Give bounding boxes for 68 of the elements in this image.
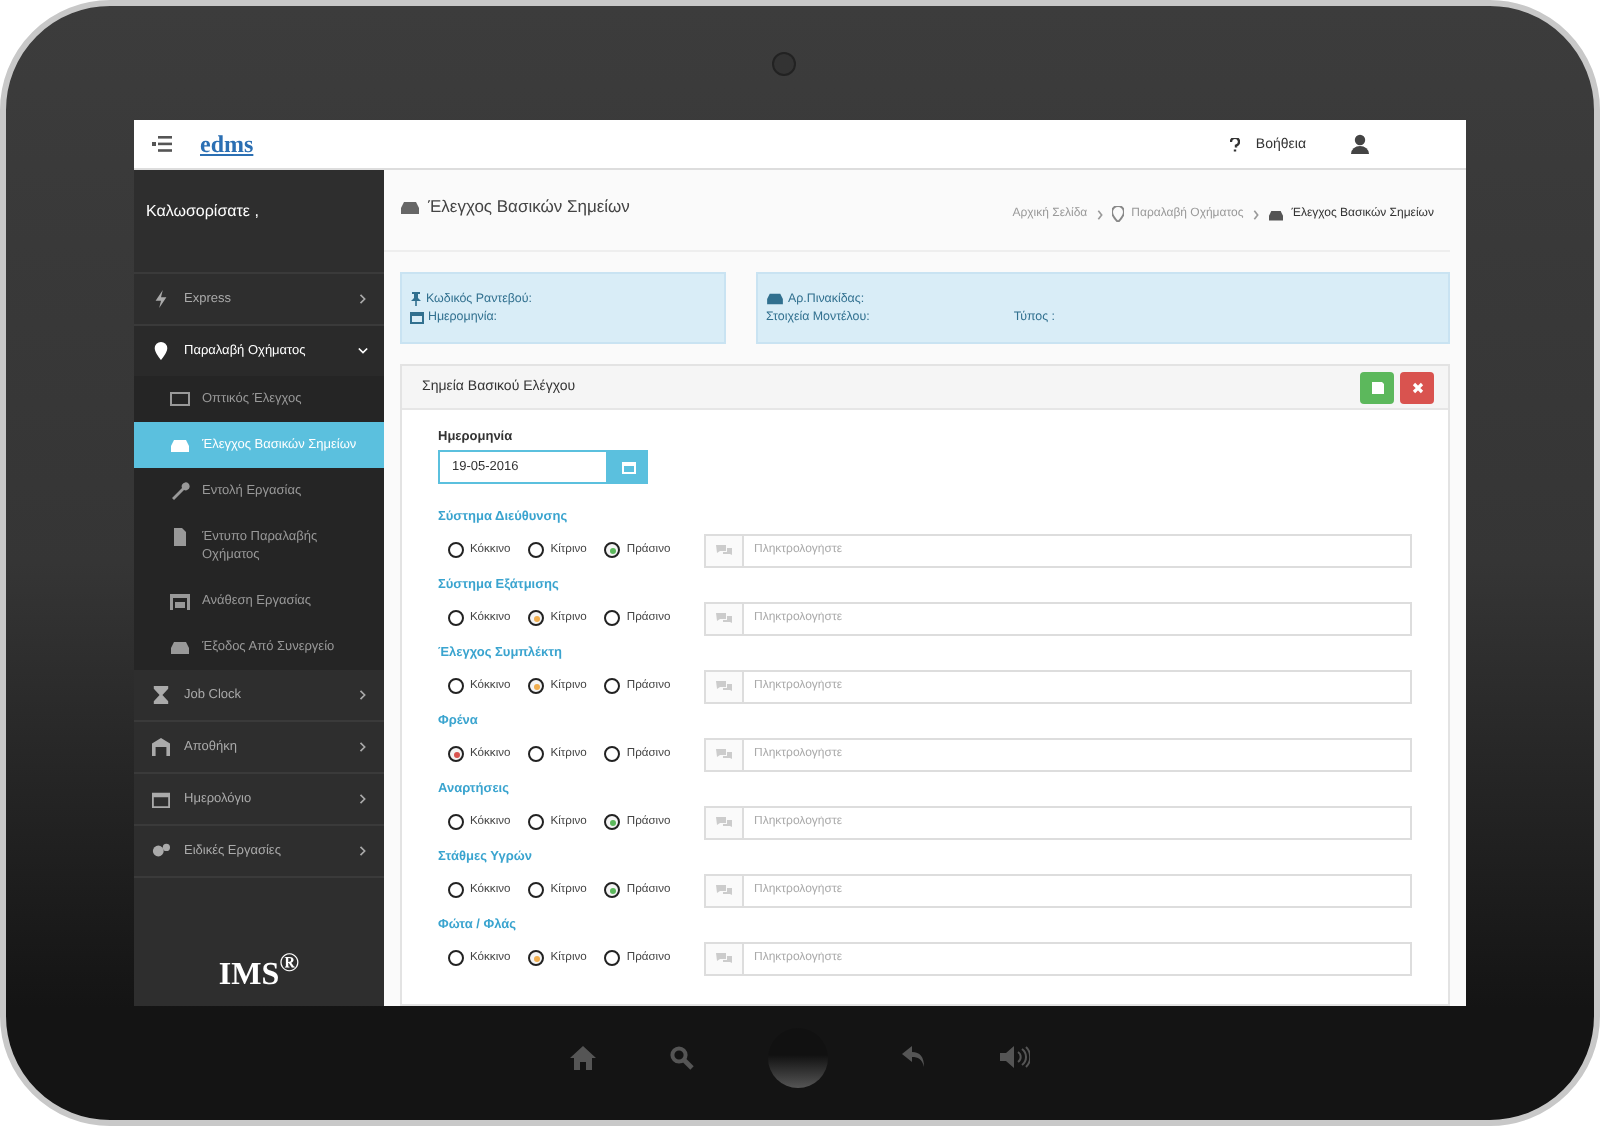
doc-icon <box>170 528 190 546</box>
monitor-icon <box>170 390 190 408</box>
back-icon[interactable] <box>902 1046 926 1068</box>
chat-icon <box>716 952 732 964</box>
camera-icon <box>772 51 796 75</box>
chevron-icon <box>358 794 368 804</box>
chevron-icon <box>358 346 368 356</box>
chevron-icon <box>358 294 368 304</box>
radio-button[interactable] <box>528 610 545 626</box>
user-icon[interactable] <box>1350 134 1370 154</box>
radio-button[interactable] <box>448 814 464 830</box>
save-icon <box>1371 381 1383 393</box>
chat-icon <box>716 816 732 828</box>
car-icon <box>170 638 190 656</box>
chat-icon <box>716 612 732 624</box>
chat-icon <box>716 748 732 760</box>
calendar-icon <box>410 310 424 324</box>
car-icon <box>400 197 420 215</box>
chevron-icon <box>358 690 368 700</box>
chevron-icon <box>1095 209 1104 219</box>
radio-button[interactable] <box>604 950 621 966</box>
radio-button[interactable] <box>604 814 621 830</box>
radio-button[interactable] <box>604 746 621 762</box>
calendar-icon <box>152 790 170 808</box>
pushpin-icon <box>410 292 422 306</box>
menu-icon[interactable] <box>152 136 172 152</box>
radio-button[interactable] <box>604 678 621 694</box>
radio-button[interactable] <box>528 746 545 762</box>
radio-button[interactable] <box>448 746 464 762</box>
chat-icon <box>716 884 732 896</box>
page-title: Έλεγχος Βασικών Σημείων <box>428 196 630 216</box>
chevron-icon <box>358 742 368 752</box>
radio-button[interactable] <box>604 610 621 626</box>
radio-button[interactable] <box>448 542 464 558</box>
radio-button[interactable] <box>448 678 464 694</box>
close-button[interactable] <box>1400 371 1434 403</box>
search-icon[interactable] <box>670 1045 694 1069</box>
help-icon[interactable] <box>1229 137 1240 151</box>
radio-button[interactable] <box>448 950 464 966</box>
car-icon <box>1267 207 1284 221</box>
wrench-icon <box>170 482 190 500</box>
calendar-icon <box>621 460 635 474</box>
chevron-icon <box>358 846 368 856</box>
pin-icon <box>152 342 170 360</box>
radio-button[interactable] <box>604 882 621 898</box>
welcome-text: Καλωσορίσατε , <box>146 202 259 220</box>
chat-icon <box>716 680 732 692</box>
radio-button[interactable] <box>448 610 464 626</box>
radio-button[interactable] <box>528 814 545 830</box>
radio-button[interactable] <box>604 542 621 558</box>
garage-icon <box>170 592 190 610</box>
radio-button[interactable] <box>528 678 545 694</box>
chat-icon <box>716 544 732 556</box>
chevron-icon <box>1251 209 1260 219</box>
radio-button[interactable] <box>528 542 545 558</box>
car-icon <box>766 292 784 306</box>
home-icon[interactable] <box>570 1045 596 1069</box>
car-icon <box>170 436 190 454</box>
radio-button[interactable] <box>528 950 545 966</box>
radio-button[interactable] <box>448 882 464 898</box>
volume-icon[interactable] <box>1000 1046 1030 1068</box>
radio-button[interactable] <box>528 882 545 898</box>
brand-logo: IMS$^{®}$ <box>218 958 300 992</box>
close-icon <box>1411 381 1423 393</box>
logo[interactable]: edms <box>200 129 254 159</box>
bolt-icon <box>152 290 170 308</box>
gears-icon <box>152 842 170 860</box>
pin-icon <box>1111 206 1124 222</box>
